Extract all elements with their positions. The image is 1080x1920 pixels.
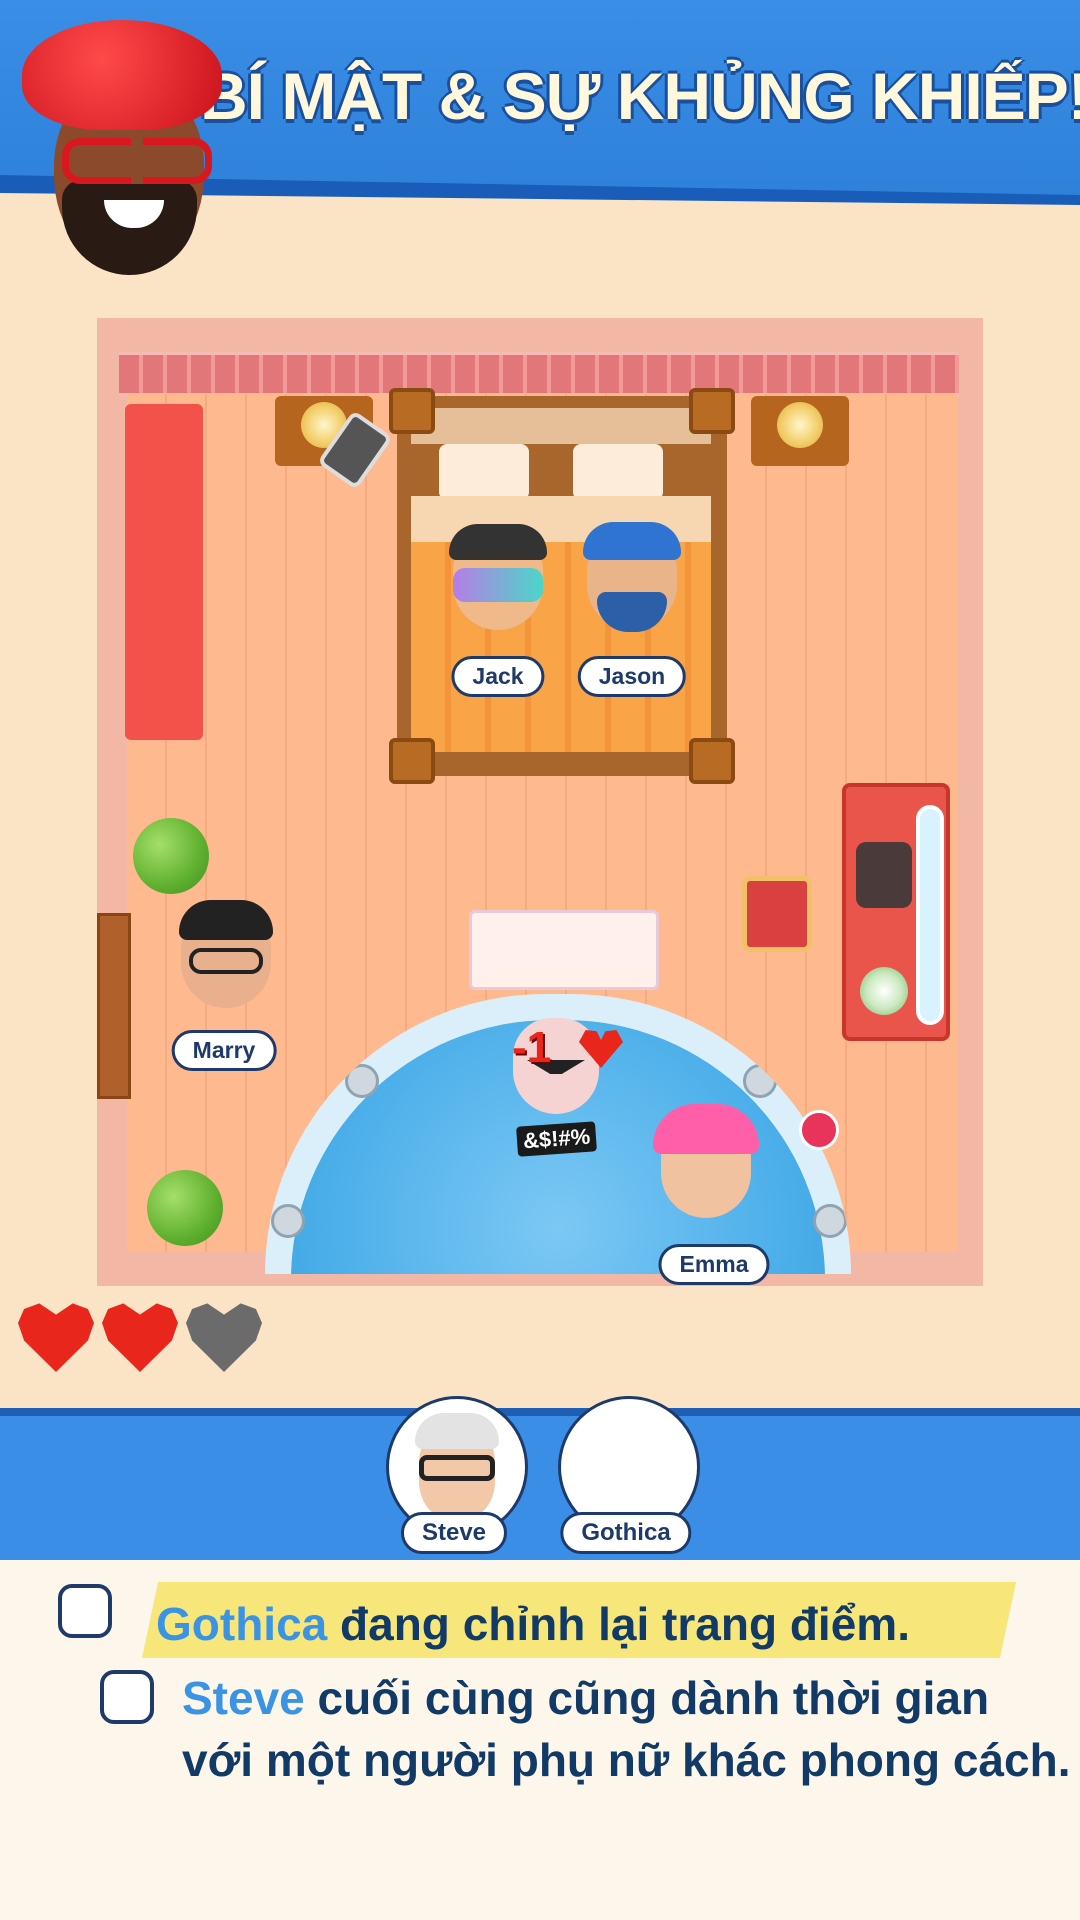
suspect-bar [0, 1408, 1080, 1574]
flowers-icon [860, 967, 908, 1015]
glasses-icon [189, 948, 263, 974]
clue-2-subject: Steve [182, 1672, 305, 1724]
lamp-icon [777, 402, 823, 448]
red-rug [125, 404, 203, 740]
clue-1-text: Gothica đang chỉnh lại trang điểm. [156, 1594, 910, 1654]
room-map: Jack Jason Marry -1 &$!#% Emma [97, 318, 983, 1286]
name-tag-emma: Emma [658, 1244, 770, 1285]
host-avatar [22, 20, 242, 280]
clue-1-checkbox[interactable] [58, 1584, 112, 1638]
makeup-palette-icon [856, 842, 912, 908]
clue-2-text: Steve cuối cùng cũng dành thời gian [182, 1668, 989, 1728]
stool [742, 876, 812, 952]
heart-icon [186, 1303, 262, 1372]
name-tag-marry: Marry [171, 1030, 277, 1071]
mirror [916, 805, 944, 1025]
plant-icon [133, 818, 209, 894]
character-jack[interactable] [449, 524, 547, 630]
name-tag-jason: Jason [577, 656, 687, 697]
suspect-name-gothica: Gothica [560, 1512, 692, 1554]
red-cap-icon [22, 20, 222, 130]
score-change: -1 [512, 1023, 552, 1072]
clue-1-body: đang chỉnh lại trang điểm. [327, 1598, 910, 1650]
brick-wall [119, 352, 959, 396]
clue-2-checkbox[interactable] [100, 1670, 154, 1724]
character-jason[interactable] [583, 522, 681, 632]
plant-icon [147, 1170, 223, 1246]
page-title: BÍ MẬT & SỰ KHỦNG KHIẾP! [200, 59, 1080, 133]
heart-icon [102, 1303, 178, 1372]
nightstand-right [751, 396, 849, 466]
heart-icon [18, 1303, 94, 1372]
sunglasses-icon [453, 568, 543, 602]
bed [389, 388, 735, 784]
character-emma[interactable] [653, 1104, 759, 1218]
glasses-icon [419, 1455, 495, 1481]
clue-2-body: cuối cùng cũng dành thời gian [304, 1672, 990, 1724]
curse-bubble: &$!#% [516, 1121, 598, 1157]
table [469, 910, 659, 990]
glasses-icon [62, 138, 212, 184]
clue-2-text-line2: với một người phụ nữ khác phong cách. [182, 1734, 1071, 1786]
character-marry[interactable] [179, 900, 273, 1008]
door [97, 913, 131, 1099]
vanity-table [842, 783, 950, 1041]
suspect-name-steve: Steve [400, 1512, 508, 1554]
name-tag-jack: Jack [451, 656, 545, 697]
clue-1-subject: Gothica [156, 1598, 328, 1650]
wine-glass-icon [799, 1110, 839, 1150]
